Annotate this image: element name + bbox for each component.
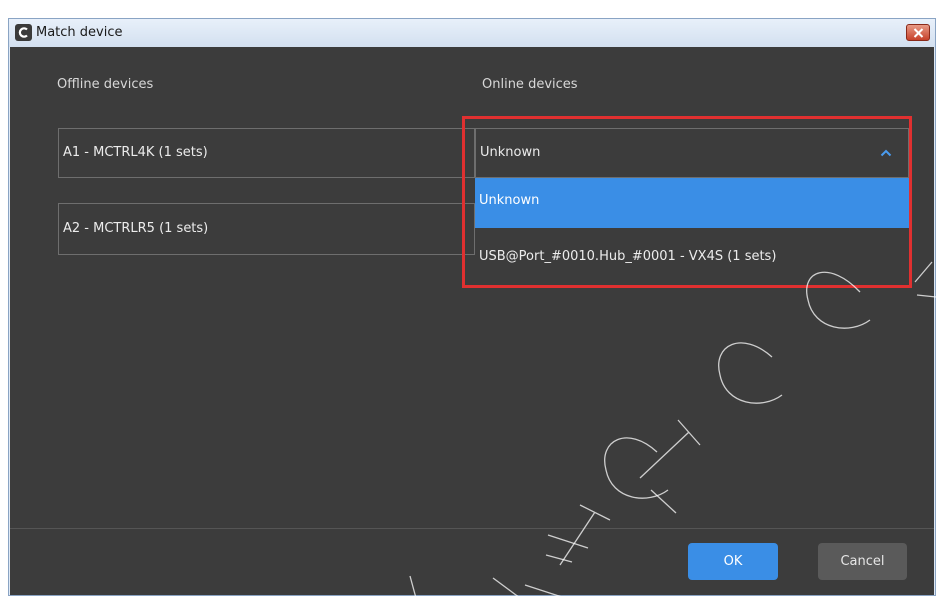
offline-device-a2: A2 - MCTRLR5 (1 sets)	[58, 203, 475, 255]
close-icon	[913, 28, 924, 38]
footer-divider	[10, 528, 934, 529]
offline-devices-heading: Offline devices	[57, 77, 154, 92]
highlight-box	[462, 116, 912, 288]
ok-button[interactable]: OK	[688, 543, 778, 580]
match-device-dialog: Match device Offline devices Online devi…	[8, 18, 936, 596]
dialog-content: Offline devices Online devices A1 - MCTR…	[10, 47, 934, 595]
offline-device-a1: A1 - MCTRL4K (1 sets)	[58, 128, 475, 178]
cancel-button[interactable]: Cancel	[818, 543, 907, 580]
close-button[interactable]	[906, 24, 930, 41]
title-bar: Match device	[9, 19, 935, 47]
dialog-title: Match device	[36, 25, 123, 40]
app-logo-icon	[15, 24, 32, 41]
online-devices-heading: Online devices	[482, 77, 578, 92]
